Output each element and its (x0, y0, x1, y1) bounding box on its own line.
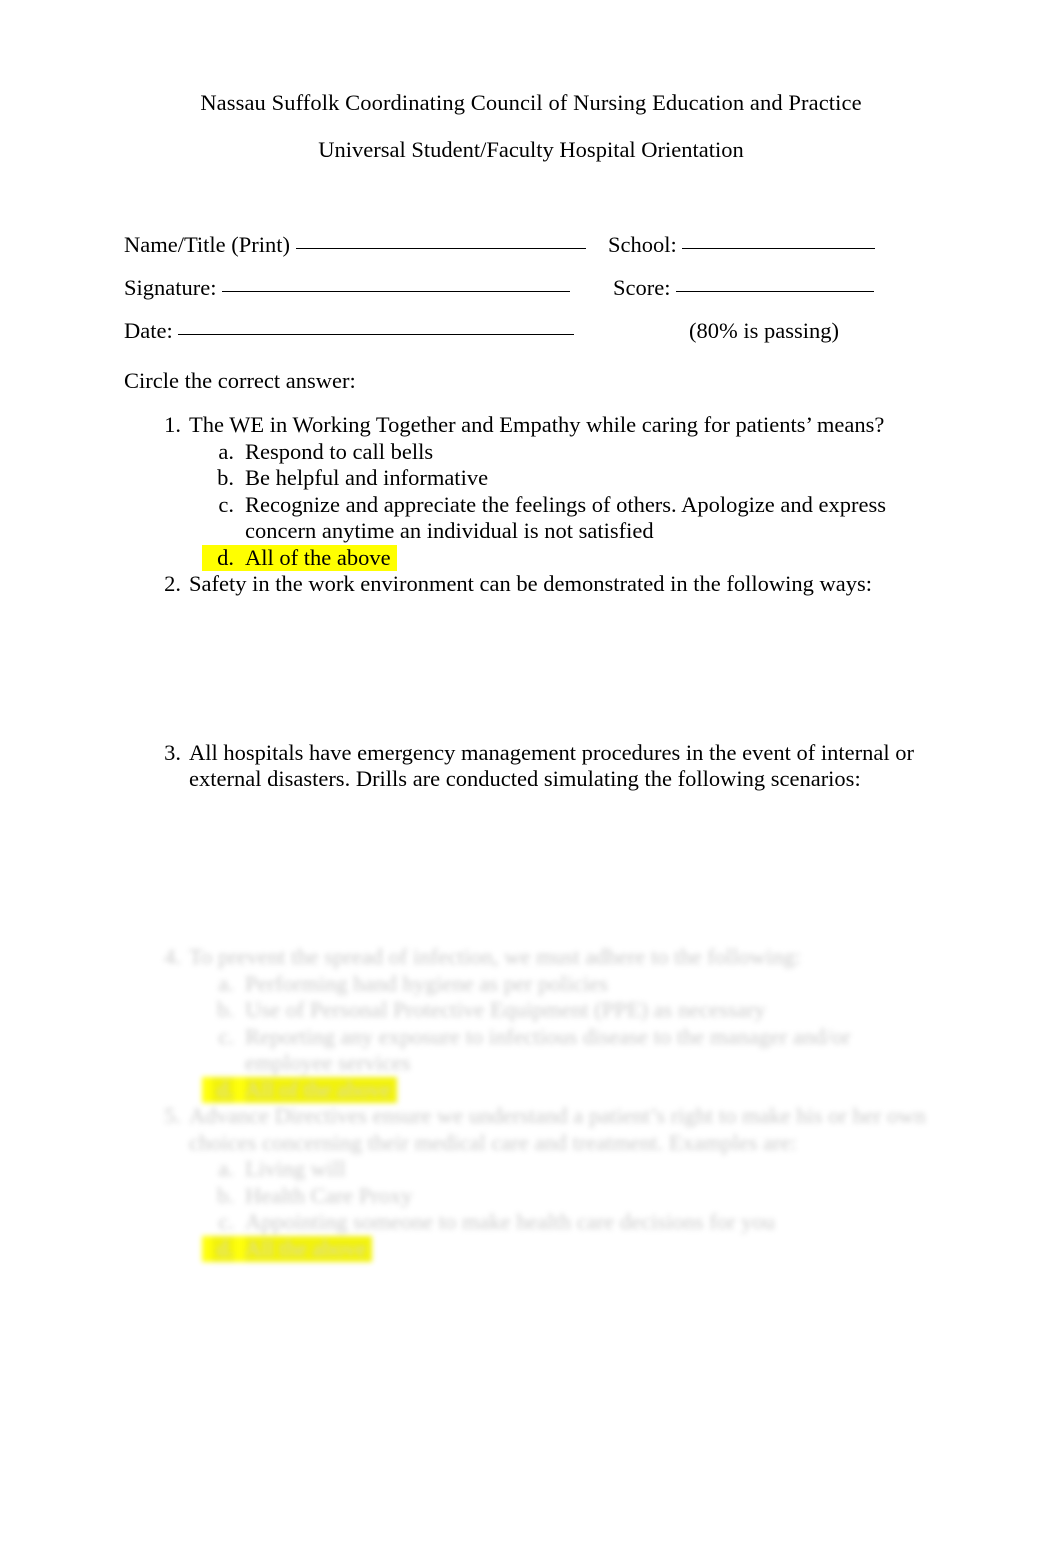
option-text: Respond to call bells (245, 438, 434, 464)
option-list: a. Respond to call bells b. Be helpful a… (0, 439, 1062, 571)
option-text: Living will (245, 1156, 346, 1181)
option-row-highlighted[interactable]: d. All of the above (0, 544, 1062, 571)
blank-answer-area (0, 598, 1062, 740)
question-text: Advance Directives ensure we understand … (189, 1103, 926, 1155)
option-letter: b. (217, 465, 234, 490)
form-row-name-school: Name/Title (Print) School: (124, 232, 944, 275)
name-title-label: Name/Title (Print) (124, 232, 291, 257)
question-item: 1. The WE in Working Together and Empath… (0, 412, 1062, 571)
option-text: All of the above (245, 1076, 397, 1103)
question-item: 2. Safety in the work environment can be… (0, 571, 1062, 598)
option-letter: b. (217, 1182, 234, 1208)
option-letter: c. (218, 1023, 234, 1049)
option-letter: d. (212, 1235, 234, 1262)
name-title-input-rule[interactable] (295, 248, 586, 249)
school-group: School: (608, 232, 876, 258)
score-group: Score: (613, 275, 875, 301)
question-item: 3. All hospitals have emergency manageme… (0, 740, 1062, 793)
question-text: All hospitals have emergency management … (189, 739, 914, 792)
option-letter: c. (218, 1209, 234, 1234)
question-number: 5. (164, 1103, 181, 1128)
option-row[interactable]: c. Recognize and appreciate the feelings… (0, 492, 1062, 545)
option-row[interactable]: a. Living will (0, 1156, 1062, 1183)
option-row[interactable]: c. Appointing someone to make health car… (0, 1209, 1062, 1236)
question-text: Safety in the work environment can be de… (189, 571, 872, 596)
question-number: 1. (164, 412, 181, 437)
option-row-highlighted[interactable]: d. All the above (0, 1235, 1062, 1262)
option-letter: c. (218, 491, 234, 517)
question-number: 3. (164, 739, 181, 765)
faded-question-section: 4. To prevent the spread of infection, w… (0, 944, 1062, 1262)
option-list: a. Performing hand hygiene as per polici… (0, 971, 1062, 1103)
question-text: To prevent the spread of infection, we m… (189, 944, 801, 969)
document-title: Nassau Suffolk Coordinating Council of N… (200, 90, 862, 115)
option-letter: d. (212, 1076, 234, 1103)
option-row[interactable]: b. Use of Personal Protective Equipment … (0, 997, 1062, 1024)
score-label: Score: (613, 275, 671, 300)
instruction-text: Circle the correct answer: (124, 368, 356, 393)
option-letter: a. (218, 970, 234, 996)
option-list: a. Living will b. Health Care Proxy c. A… (0, 1156, 1062, 1262)
passing-note: (80% is passing) (689, 318, 839, 343)
option-text: Appointing someone to make health care d… (245, 1209, 775, 1234)
option-text: Recognize and appreciate the feelings of… (245, 491, 887, 544)
option-letter: d. (212, 544, 234, 571)
signature-label: Signature: (124, 275, 217, 300)
option-row[interactable]: c. Reporting any exposure to infectious … (0, 1024, 1062, 1077)
form-fields: Name/Title (Print) School: Signature: Sc… (124, 232, 944, 361)
option-row[interactable]: b. Health Care Proxy (0, 1183, 1062, 1210)
question-list: 1. The WE in Working Together and Empath… (0, 412, 1062, 793)
date-label: Date: (124, 318, 173, 343)
option-text: Be helpful and informative (245, 465, 489, 490)
option-text: Reporting any exposure to infectious dis… (245, 1023, 851, 1076)
option-row[interactable]: a. Performing hand hygiene as per polici… (0, 971, 1062, 998)
question-number: 2. (164, 571, 181, 596)
school-label: School: (608, 232, 677, 257)
signature-input-rule[interactable] (222, 291, 571, 292)
option-row-highlighted[interactable]: d. All of the above (0, 1076, 1062, 1103)
option-text: All of the above (245, 544, 397, 571)
document-subtitle: Universal Student/Faculty Hospital Orien… (318, 136, 744, 162)
form-row-date-passing: Date: (80% is passing) (124, 318, 944, 361)
option-text: Use of Personal Protective Equipment (PP… (245, 997, 766, 1022)
score-input-rule[interactable] (676, 291, 875, 292)
option-text: All the above (245, 1235, 373, 1262)
question-item: 4. To prevent the spread of infection, w… (0, 944, 1062, 1103)
question-item: 5. Advance Directives ensure we understa… (0, 1103, 1062, 1262)
document-page: Nassau Suffolk Coordinating Council of N… (0, 0, 1062, 1556)
date-input-rule[interactable] (178, 334, 575, 335)
title-block: Nassau Suffolk Coordinating Council of N… (0, 90, 1062, 162)
question-text: The WE in Working Together and Empathy w… (189, 412, 885, 437)
school-input-rule[interactable] (682, 248, 876, 249)
option-letter: b. (217, 997, 234, 1022)
form-row-signature-score: Signature: Score: (124, 275, 944, 318)
option-text: Performing hand hygiene as per policies (245, 970, 609, 996)
option-letter: a. (218, 438, 234, 464)
option-letter: a. (218, 1156, 234, 1181)
option-text: Health Care Proxy (245, 1182, 413, 1208)
option-row[interactable]: b. Be helpful and informative (0, 465, 1062, 492)
question-number: 4. (164, 944, 181, 969)
option-row[interactable]: a. Respond to call bells (0, 439, 1062, 466)
